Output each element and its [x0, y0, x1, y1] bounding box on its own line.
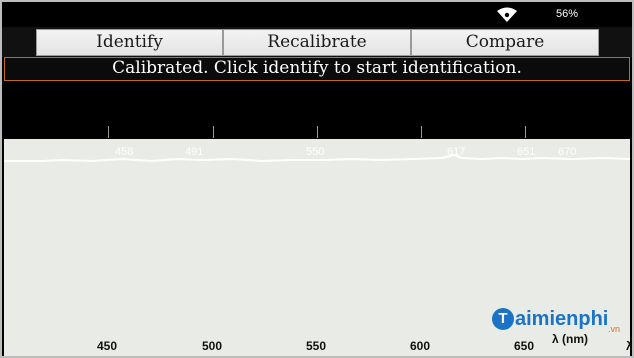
axis-label: 500: [202, 339, 223, 353]
watermark-logo: T aimienphi .vn: [492, 307, 620, 334]
axis-label: 650: [514, 339, 535, 353]
peak-label: 491: [185, 146, 204, 158]
watermark-name: aimienphi: [515, 307, 609, 330]
watermark-badge: T: [492, 308, 514, 330]
axis-label: 450: [97, 339, 118, 353]
peak-label: 670: [558, 146, 577, 158]
peak-label: 458: [115, 146, 134, 158]
axis-unit-label: λ (nm): [552, 332, 588, 346]
peak-label: 550: [306, 146, 325, 158]
peak-label: 651: [517, 146, 536, 158]
spectrum-curve: [4, 153, 631, 163]
peak-label: 617: [447, 146, 466, 158]
device-frame: 56% Identify Recalibrate Compare Calibra…: [0, 0, 634, 358]
axis-edge-symbol: λ: [626, 339, 632, 353]
axis-label: 550: [306, 339, 327, 353]
app-screen: 56% Identify Recalibrate Compare Calibra…: [2, 2, 632, 356]
watermark-suffix: .vn: [608, 324, 621, 334]
axis-label: 600: [410, 339, 431, 353]
